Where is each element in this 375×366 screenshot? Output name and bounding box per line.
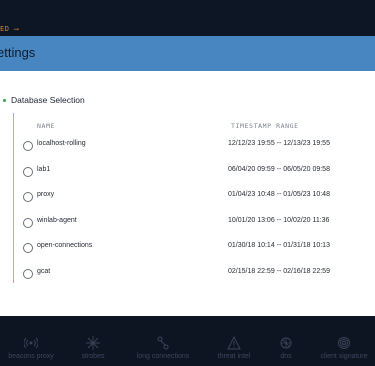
nav-item-strobes[interactable]: strobes [68,316,118,366]
dns-icon [266,336,306,350]
bottom-navigation: beacons proxy strobes long connections t… [0,316,375,366]
database-timestamp-range: 12/12/23 19:55 -- 12/13/23 19:55 [228,140,330,147]
radio-button[interactable] [23,268,33,279]
nav-label: dns [280,353,292,360]
database-name: lab1 [37,165,51,173]
database-timestamp-range: 01/30/18 10:14 -- 01/31/18 10:13 [228,242,330,249]
nav-label: strobes [81,353,105,360]
strobe-icon [68,336,118,350]
database-timestamp-range: 02/15/18 22:59 -- 02/16/18 22:59 [228,267,330,275]
database-row[interactable]: winlab-agent 10/01/20 13:06 -- 10/02/20 … [20,215,365,233]
column-header-name: NAME [37,122,56,130]
database-timestamp-range: 06/04/20 09:59 -- 06/05/20 09:58 [228,165,330,173]
database-row[interactable]: localhost-rolling 12/12/23 19:55 -- 12/1… [20,138,365,156]
top-status-text: ED ⟶ [0,25,19,33]
selection-accent-line [13,113,14,283]
top-bar: ED ⟶ [0,0,375,36]
status-dot-icon [3,99,6,103]
radio-button[interactable] [23,217,33,228]
nav-item-long-connections[interactable]: long connections [128,316,198,366]
radio-button[interactable] [23,243,33,253]
database-row[interactable]: gcat 02/15/18 22:59 -- 02/16/18 22:59 [20,266,365,284]
database-row[interactable]: proxy 01/04/23 10:48 -- 01/05/23 10:48 [20,189,365,207]
database-name: open-connections [37,242,93,249]
database-timestamp-range: 10/01/20 13:06 -- 10/02/20 11:36 [228,216,330,224]
database-selection-title: Database Selection [11,95,85,105]
database-name: gcat [37,267,51,275]
database-row[interactable]: open-connections 01/30/18 10:14 -- 01/31… [20,240,365,258]
database-name: winlab-agent [37,216,77,224]
radio-button[interactable] [23,192,33,202]
nav-label: long connections [136,353,190,360]
database-name: localhost-rolling [37,140,86,147]
nav-label: beacons proxy [8,353,54,360]
radio-button[interactable] [23,166,33,177]
settings-panel: Database Selection NAME TIMESTAMP RANGE … [0,71,375,316]
database-name: proxy [37,191,55,198]
nav-item-client-signature[interactable]: client signature [314,316,374,366]
page-header: ettings [0,36,375,71]
column-header-timestamp-range: TIMESTAMP RANGE [231,122,299,130]
nav-item-threat-intel[interactable]: threat intel [208,316,260,366]
page-title: ettings [0,45,36,60]
radio-button[interactable] [23,141,33,151]
fingerprint-icon [314,336,374,350]
warning-icon [208,335,260,350]
connections-icon [128,336,198,350]
nav-label: client signature [320,353,368,360]
database-selection-heading: Database Selection [3,95,85,105]
broadcast-icon [0,336,62,350]
database-timestamp-range: 01/04/23 10:48 -- 01/05/23 10:48 [228,191,330,198]
nav-item-dns[interactable]: dns [266,316,306,366]
database-row[interactable]: lab1 06/04/20 09:59 -- 06/05/20 09:58 [20,164,365,182]
nav-item-beacons-proxy[interactable]: beacons proxy [0,316,62,366]
nav-label: threat intel [217,353,251,360]
